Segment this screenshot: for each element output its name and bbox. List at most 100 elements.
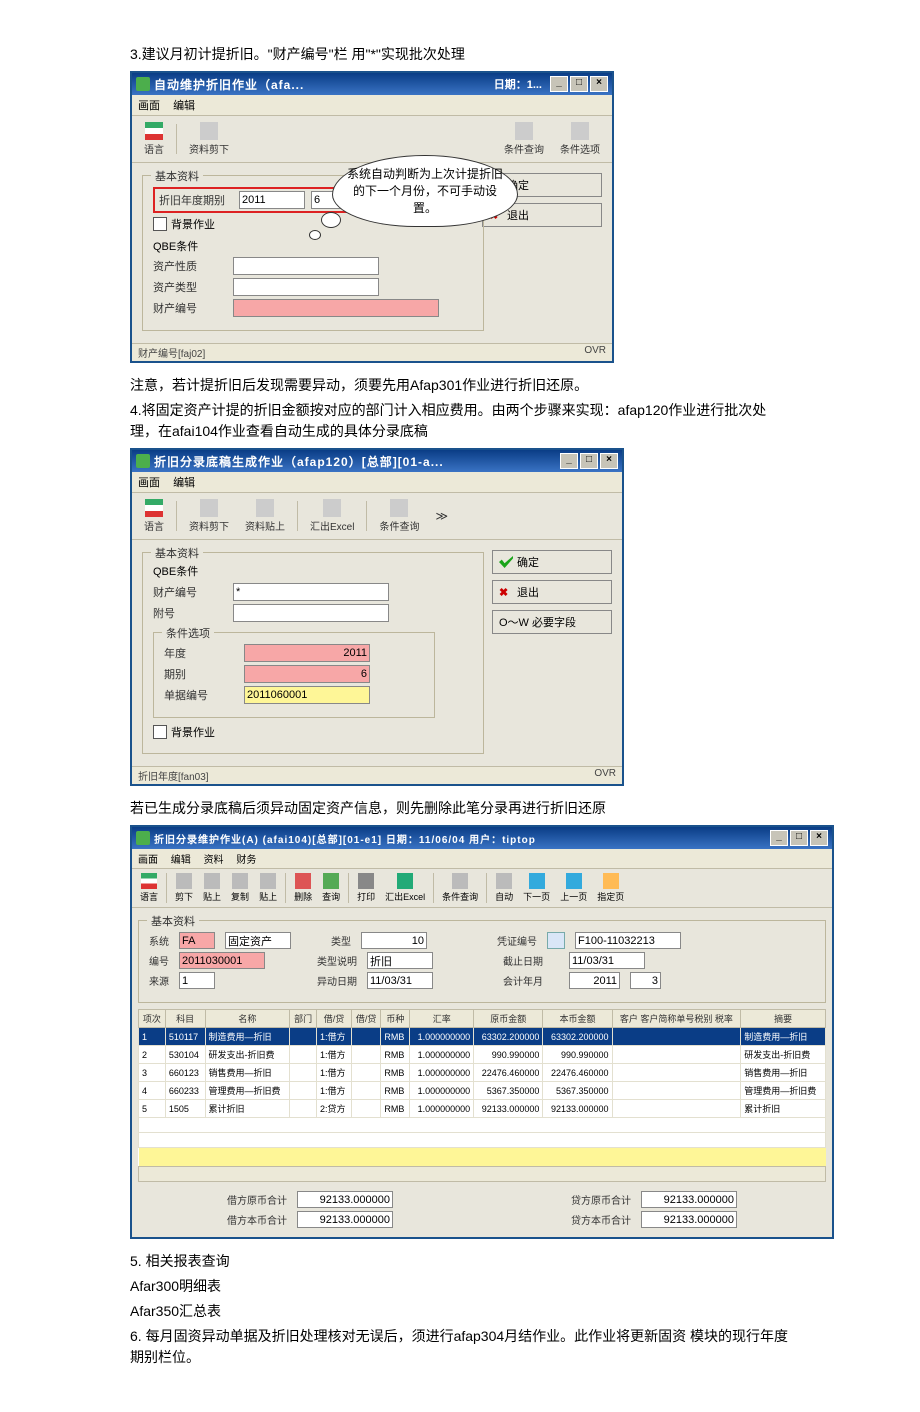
qbe-prop-nature[interactable]	[233, 257, 379, 275]
cutoff-input[interactable]	[569, 952, 645, 969]
min-btn[interactable]: _	[550, 76, 568, 92]
fld-prop-input[interactable]	[233, 583, 389, 601]
tb-paste[interactable]: 资料贴上	[239, 497, 291, 535]
min-btn[interactable]: _	[560, 453, 578, 469]
close-btn[interactable]: ×	[810, 830, 828, 846]
scissors-icon	[200, 122, 218, 140]
doc-p3-note: 注意，若计提折旧后发现需要异动，须要先用Afap301作业进行折旧还原。	[130, 375, 790, 396]
table-row[interactable]: 4660233管理费用—折旧费1:借方RMB1.0000000005367.35…	[139, 1082, 826, 1100]
opt-period-input[interactable]	[244, 665, 370, 683]
check-icon	[499, 556, 513, 568]
movedate-input[interactable]	[367, 972, 433, 989]
tb-cond-label: 条件选项	[560, 141, 600, 156]
table-row[interactable]: 3660123销售费用—折旧1:借方RMB1.00000000022476.46…	[139, 1064, 826, 1082]
tb-cond[interactable]: 条件选项	[554, 120, 606, 158]
menu-edit[interactable]: 编辑	[171, 855, 191, 866]
tb-lang[interactable]: 语言	[138, 497, 170, 535]
tb3-print[interactable]: 打印	[353, 873, 379, 903]
close-btn[interactable]: ×	[590, 76, 608, 92]
table-row-empty	[139, 1133, 826, 1148]
bg-checkbox[interactable]	[153, 725, 167, 739]
tb3-paste[interactable]: 贴上	[199, 873, 225, 903]
close-btn[interactable]: ×	[600, 453, 618, 469]
qbe-prop-type[interactable]	[233, 278, 379, 296]
cell: 92133.000000	[543, 1100, 612, 1118]
grid-scrollbar[interactable]	[138, 1166, 826, 1182]
cell: 累计折旧	[741, 1100, 826, 1118]
opt-docno-label: 单据编号	[164, 687, 244, 703]
menu-view[interactable]: 画面	[138, 100, 160, 112]
grid-col: 借/贷	[317, 1010, 352, 1028]
src-input[interactable]	[179, 972, 215, 989]
tb3-query[interactable]: 查询	[318, 873, 344, 903]
tb-cut[interactable]: 资料剪下	[183, 497, 235, 535]
grid-col: 汇率	[410, 1010, 474, 1028]
bg-checkbox[interactable]	[153, 217, 167, 231]
cr-orig-l: 贷方原币合计	[571, 1192, 631, 1207]
tb3-cut[interactable]: 剪下	[171, 873, 197, 903]
qbe-prop-no[interactable]	[233, 299, 439, 317]
table-row[interactable]: 1510117制造费用—折旧1:借方RMB1.00000000063302.20…	[139, 1028, 826, 1046]
min-btn[interactable]: _	[770, 830, 788, 846]
typedet-l: 类型说明	[317, 953, 357, 968]
voucher-input[interactable]	[575, 932, 681, 949]
tb-more[interactable]: ≫	[429, 507, 454, 525]
acctym-m-input[interactable]	[630, 972, 661, 989]
tb-excel[interactable]: 汇出Excel	[304, 497, 360, 535]
win1-title-left: 自动维护折旧作业（afa...	[154, 76, 494, 93]
exit-label: 退出	[517, 584, 539, 600]
menu-view[interactable]: 画面	[138, 855, 158, 866]
menu-data[interactable]: 资料	[204, 855, 224, 866]
menu-view[interactable]: 画面	[138, 477, 160, 489]
menu-edit[interactable]: 编辑	[173, 477, 195, 489]
must-button[interactable]: O～W 必要字段	[492, 610, 612, 634]
table-row[interactable]: 2530104研发支出-折旧费1:借方RMB1.000000000990.990…	[139, 1046, 826, 1064]
bg-label: 背景作业	[171, 216, 215, 232]
entry-grid[interactable]: 项次科目名称部门借/贷借/贷币种汇率原币金额本币金额客户 客户简称单号税别 税率…	[138, 1009, 826, 1167]
table-row[interactable]: 51505累计折旧2:贷方RMB1.00000000092133.0000009…	[139, 1100, 826, 1118]
opt-year-input[interactable]	[244, 644, 370, 662]
flag-icon	[141, 873, 157, 889]
fld-att-input[interactable]	[233, 604, 389, 622]
doc-p5: 5. 相关报表查询	[130, 1251, 790, 1272]
tb-query[interactable]: 条件查询	[498, 120, 550, 158]
tb3-del[interactable]: 删除	[290, 873, 316, 903]
ok-button[interactable]: 确定	[492, 550, 612, 574]
tb-query-label: 条件查询	[379, 518, 419, 533]
cell: 1	[139, 1028, 166, 1046]
voucher-lookup-icon[interactable]	[547, 932, 565, 949]
menu-edit[interactable]: 编辑	[173, 100, 195, 112]
tb3-cq[interactable]: 条件查询	[438, 873, 482, 903]
opt-docno-input[interactable]	[244, 686, 370, 704]
cell: 1:借方	[317, 1046, 352, 1064]
dr-local-l: 借方本币合计	[227, 1212, 287, 1227]
exit-button[interactable]: ✖退出	[492, 580, 612, 604]
no-input[interactable]	[179, 952, 265, 969]
max-btn[interactable]: □	[570, 76, 588, 92]
cell: 990.990000	[474, 1046, 543, 1064]
max-btn[interactable]: □	[790, 830, 808, 846]
tb3-auto[interactable]: 自动	[491, 873, 517, 903]
win3-menubar: 画面 编辑 资料 财务	[132, 849, 832, 869]
tb-cut[interactable]: 资料剪下	[183, 120, 235, 158]
table-row-empty	[139, 1118, 826, 1133]
grid-col: 项次	[139, 1010, 166, 1028]
tb3-next[interactable]: 下一页	[519, 873, 554, 903]
cell: 研发支出-折旧费	[205, 1046, 290, 1064]
year-input[interactable]	[239, 191, 305, 209]
win2-title: 折旧分录底稿生成作业（afap120）[总部][01-a...	[154, 453, 560, 470]
tb3-copy[interactable]: 复制	[227, 873, 253, 903]
tb3-paste2[interactable]: 贴上	[255, 873, 281, 903]
status-left: 折旧年度[fan03]	[138, 768, 209, 783]
tb3-excel[interactable]: 汇出Excel	[381, 873, 429, 903]
max-btn[interactable]: □	[580, 453, 598, 469]
tb-lang[interactable]: 语言	[138, 120, 170, 158]
tb3-prev[interactable]: 上一页	[556, 873, 591, 903]
type-input[interactable]	[361, 932, 427, 949]
tb3-lang[interactable]: 语言	[136, 873, 162, 903]
tb-query[interactable]: 条件查询	[373, 497, 425, 535]
acctym-y-input[interactable]	[569, 972, 620, 989]
sys-input[interactable]	[179, 932, 215, 949]
tb3-goto[interactable]: 指定页	[593, 873, 628, 903]
menu-fin[interactable]: 财务	[236, 855, 256, 866]
